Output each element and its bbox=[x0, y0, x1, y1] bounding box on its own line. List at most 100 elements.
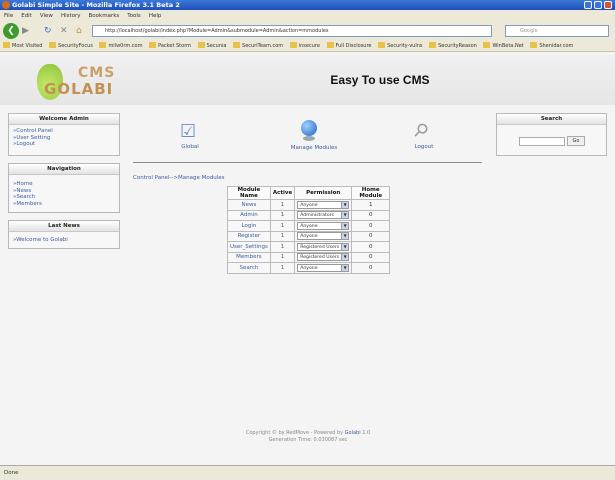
home-module-value: 0 bbox=[351, 251, 391, 263]
last-news-box: Last News »Welcome to Golabi bbox=[8, 220, 120, 249]
home-module-value: 1 bbox=[351, 199, 391, 211]
chevron-down-icon: ▼ bbox=[341, 233, 349, 240]
bookmarks-toolbar: Most Visited SecurityFocus milw0rm.com P… bbox=[0, 40, 615, 52]
site-title: Easy To use CMS bbox=[330, 73, 430, 87]
logo-text-golabi: GOLABI bbox=[44, 80, 114, 98]
menu-history[interactable]: History bbox=[61, 13, 81, 19]
chevron-down-icon: ▼ bbox=[341, 264, 349, 271]
search-bar[interactable]: Google bbox=[505, 25, 609, 37]
permission-value: Anyone bbox=[300, 234, 318, 240]
bookmark-item[interactable]: Full Disclosure bbox=[326, 42, 372, 49]
module-name-link[interactable]: Members bbox=[227, 251, 271, 263]
go-button[interactable]: Go bbox=[567, 136, 585, 146]
menu-bookmarks[interactable]: Bookmarks bbox=[89, 13, 120, 19]
globe-icon[interactable] bbox=[301, 120, 317, 136]
home-icon[interactable]: ⌂ bbox=[76, 26, 82, 36]
permission-cell: Anyone ▼ bbox=[294, 262, 353, 274]
home-module-value: 0 bbox=[351, 241, 391, 253]
table-row: Admin 1 Administrators ▼ 0 bbox=[227, 209, 391, 221]
nav-manage-modules[interactable]: Manage Modules bbox=[279, 145, 349, 151]
menu-view[interactable]: View bbox=[40, 13, 53, 19]
bookmark-item[interactable]: milw0rm.com bbox=[99, 42, 142, 49]
table-row: Register 1 Anyone ▼ 0 bbox=[227, 230, 391, 242]
permission-select[interactable]: Anyone ▼ bbox=[297, 263, 350, 272]
permission-cell: Anyone ▼ bbox=[294, 199, 353, 211]
version-text: 1.0 bbox=[362, 430, 371, 436]
bookmark-item[interactable]: insecure bbox=[289, 42, 320, 49]
nav-logout[interactable]: Logout bbox=[389, 144, 459, 150]
minimize-button[interactable] bbox=[584, 1, 592, 9]
bookmark-item[interactable]: Most Visited bbox=[3, 42, 42, 49]
bookmark-item[interactable]: Shenidar.com bbox=[530, 42, 573, 49]
module-name-link[interactable]: User_Settings bbox=[227, 241, 271, 253]
forward-button[interactable]: ▶ bbox=[22, 26, 29, 36]
bookmark-item[interactable]: Security-vulns bbox=[378, 42, 423, 49]
bookmark-item[interactable]: WinBeta.Net bbox=[483, 42, 524, 49]
welcome-title: Welcome Admin bbox=[9, 114, 119, 125]
chevron-down-icon: ▼ bbox=[341, 254, 349, 261]
home-module-value: 0 bbox=[351, 209, 391, 221]
maximize-button[interactable] bbox=[594, 1, 602, 9]
bookmark-item[interactable]: Secunia bbox=[197, 42, 226, 49]
nav-global[interactable]: Global bbox=[155, 144, 225, 150]
active-value: 1 bbox=[269, 262, 296, 274]
permission-cell: Administrators ▼ bbox=[294, 209, 353, 221]
permission-value: Anyone bbox=[300, 223, 318, 229]
menu-edit[interactable]: Edit bbox=[21, 13, 32, 19]
chevron-down-icon: ▼ bbox=[341, 222, 349, 229]
table-row: Login 1 Anyone ▼ 0 bbox=[227, 220, 391, 232]
module-name-link[interactable]: News bbox=[227, 199, 271, 211]
close-button[interactable] bbox=[604, 1, 612, 9]
stop-icon[interactable]: ✕ bbox=[60, 26, 68, 36]
module-name-link[interactable]: Search bbox=[227, 262, 271, 274]
permission-select[interactable]: Anyone ▼ bbox=[297, 200, 350, 209]
permission-value: Anyone bbox=[300, 265, 318, 271]
table-row: Members 1 Registered Users ▼ 0 bbox=[227, 251, 391, 263]
col-permission: Permission bbox=[294, 186, 353, 200]
golabi-link[interactable]: Golabi bbox=[345, 430, 361, 436]
nav-members[interactable]: »Members bbox=[13, 201, 115, 208]
permission-select[interactable]: Anyone ▼ bbox=[297, 232, 350, 241]
bookmark-item[interactable]: SecuriTeam.com bbox=[233, 42, 283, 49]
back-button[interactable]: ❮ bbox=[3, 23, 19, 39]
col-module-name: Module Name bbox=[227, 186, 271, 200]
news-item[interactable]: »Welcome to Golabi bbox=[13, 237, 115, 244]
url-bar[interactable]: http://localhost/golabi/index.php?Module… bbox=[92, 25, 492, 37]
permission-value: Administrators bbox=[300, 213, 334, 219]
search-input[interactable] bbox=[519, 137, 565, 146]
permission-value: Registered Users bbox=[300, 244, 340, 250]
divider bbox=[133, 162, 482, 163]
window-title: Golabi Simple Site - Mozilla Firefox 3.1… bbox=[12, 1, 180, 9]
table-row: Search 1 Anyone ▼ 0 bbox=[227, 262, 391, 274]
permission-value: Anyone bbox=[300, 202, 318, 208]
module-name-link[interactable]: Login bbox=[227, 220, 271, 232]
welcome-box: Welcome Admin »Control Panel »User Setti… bbox=[8, 113, 120, 156]
bookmark-item[interactable]: SecurityFocus bbox=[49, 42, 93, 49]
home-module-value: 0 bbox=[351, 220, 391, 232]
permission-select[interactable]: Registered Users ▼ bbox=[297, 253, 350, 262]
permission-select[interactable]: Anyone ▼ bbox=[297, 221, 350, 230]
menu-file[interactable]: File bbox=[4, 13, 13, 19]
active-value: 1 bbox=[269, 199, 296, 211]
col-home-module: Home Module bbox=[351, 186, 391, 200]
checklist-icon[interactable]: ☑ bbox=[180, 121, 200, 143]
permission-select[interactable]: Administrators ▼ bbox=[297, 211, 350, 220]
search-box: Search Go bbox=[496, 113, 607, 156]
col-active: Active bbox=[269, 186, 296, 200]
permission-select[interactable]: Registered Users ▼ bbox=[297, 242, 350, 251]
home-module-value: 0 bbox=[351, 230, 391, 242]
footer: Copyright © by RedMove - Powered by Gola… bbox=[200, 430, 416, 444]
logo-text-cms: CMS bbox=[78, 65, 116, 81]
last-news-title: Last News bbox=[9, 221, 119, 232]
breadcrumb[interactable]: Control Panel-->Manage Modules bbox=[133, 175, 225, 181]
module-name-link[interactable]: Admin bbox=[227, 209, 271, 221]
window-titlebar: Golabi Simple Site - Mozilla Firefox 3.1… bbox=[0, 0, 615, 10]
link-logout[interactable]: »Logout bbox=[13, 141, 115, 148]
navigation-toolbar: ❮ ▶ ↻ ✕ ⌂ http://localhost/golabi/index.… bbox=[0, 22, 615, 40]
menu-tools[interactable]: Tools bbox=[127, 13, 141, 19]
menu-help[interactable]: Help bbox=[149, 13, 162, 19]
bookmark-item[interactable]: SecurityReason bbox=[429, 42, 477, 49]
reload-icon[interactable]: ↻ bbox=[44, 26, 52, 36]
module-name-link[interactable]: Register bbox=[227, 230, 271, 242]
bookmark-item[interactable]: Packet Storm bbox=[149, 42, 191, 49]
